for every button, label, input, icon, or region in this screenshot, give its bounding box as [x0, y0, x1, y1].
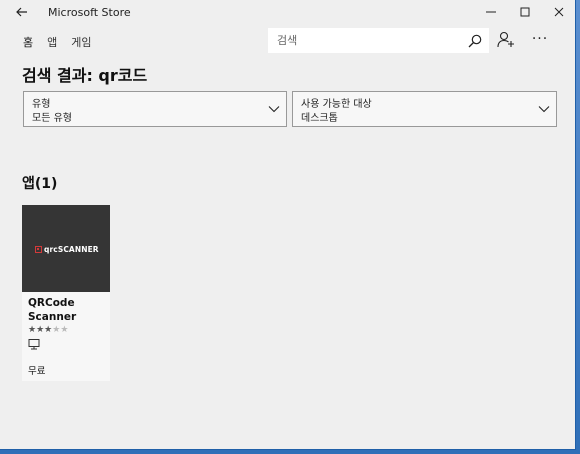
qr-logo-icon	[35, 246, 42, 253]
availability-filter-dropdown[interactable]: 사용 가능한 대상 데스크톱	[292, 91, 557, 127]
app-thumbnail: qrcSCANNER	[22, 205, 110, 292]
page-title: 검색 결과: qr코드	[22, 66, 148, 85]
desktop-edge-right	[576, 0, 580, 454]
app-card[interactable]: qrcSCANNER QRCode Scanner ★★★★★ 무료	[22, 205, 110, 381]
back-arrow-icon	[16, 7, 27, 17]
user-add-icon[interactable]	[496, 30, 516, 50]
top-nav: 홈 앱 게임	[23, 34, 106, 50]
window-title: Microsoft Store	[48, 5, 131, 19]
close-button[interactable]	[542, 0, 576, 24]
app-price: 무료	[28, 366, 46, 377]
app-logo-text: qrcSCANNER	[44, 245, 99, 254]
window-controls	[474, 0, 576, 24]
minimize-button[interactable]	[474, 0, 508, 24]
back-button[interactable]	[0, 0, 44, 24]
close-icon	[554, 7, 564, 17]
section-title: 앱(1)	[22, 176, 58, 192]
minimize-icon	[486, 11, 496, 13]
store-window: Microsoft Store 홈 앱 게임 ··· 검색 결과: qr	[0, 0, 576, 450]
app-logo: qrcSCANNER	[35, 245, 99, 254]
desktop-edge-bottom	[0, 450, 580, 454]
star-filled-icon: ★	[36, 325, 45, 335]
more-options-icon[interactable]: ···	[530, 30, 550, 50]
nav-apps[interactable]: 앱	[47, 34, 57, 50]
nav-games[interactable]: 게임	[71, 34, 91, 50]
search-icon[interactable]	[467, 33, 483, 49]
filter-value: 모든 유형	[32, 113, 72, 124]
star-empty-icon: ★	[60, 325, 69, 335]
maximize-icon	[520, 7, 530, 17]
star-filled-icon: ★	[28, 325, 37, 335]
maximize-button[interactable]	[508, 0, 542, 24]
star-rating: ★★★★★	[28, 325, 68, 335]
filter-label: 사용 가능한 대상	[301, 99, 372, 110]
title-bar: Microsoft Store	[0, 0, 576, 24]
desktop-icon	[28, 339, 40, 350]
nav-home[interactable]: 홈	[23, 34, 33, 50]
type-filter-dropdown[interactable]: 유형 모든 유형	[23, 91, 287, 127]
app-name: QRCode Scanner	[28, 297, 77, 323]
search-box	[268, 28, 489, 53]
chevron-down-icon	[268, 106, 280, 113]
chevron-down-icon	[538, 106, 550, 113]
filter-label: 유형	[32, 99, 51, 110]
filter-value: 데스크톱	[301, 113, 338, 124]
search-input[interactable]	[269, 34, 459, 47]
